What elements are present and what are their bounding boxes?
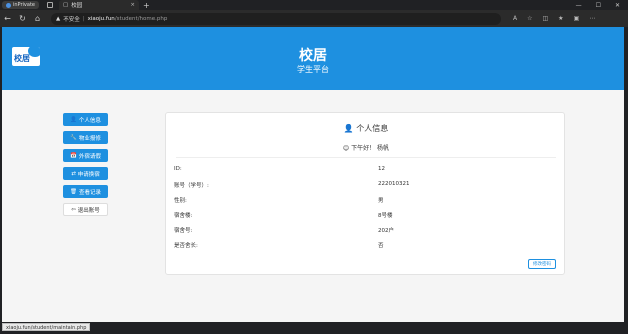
- info-key: 是否舍长:: [174, 243, 198, 249]
- menu-button-4[interactable]: 🗑 查看记录: [63, 185, 108, 198]
- profile-title-text: 个人信息: [356, 124, 389, 133]
- status-bar: xiaoju.fun/student/maintain.php: [0, 322, 628, 334]
- info-row: ID: 12: [174, 166, 554, 176]
- profile-icon: [6, 2, 11, 8]
- read-aloud-icon[interactable]: A: [513, 15, 517, 22]
- minimize-button[interactable]: —: [576, 2, 582, 9]
- greeting-text: 下午好！: [351, 145, 376, 152]
- menu-button-label: 外宿请假: [78, 153, 101, 160]
- refresh-icon[interactable]: ↻: [15, 14, 30, 23]
- info-value: 222010321: [378, 181, 410, 187]
- menu-button-label: 查看记录: [78, 189, 101, 196]
- change-password-button[interactable]: 修改密码: [528, 259, 556, 269]
- collections-icon[interactable]: ▣: [574, 15, 580, 22]
- menu-button-label: 退出账号: [77, 207, 100, 214]
- info-row: 是否舍长: 否: [174, 241, 554, 251]
- warning-icon: ▲: [56, 15, 61, 22]
- maximize-button[interactable]: ☐: [596, 2, 601, 9]
- back-icon[interactable]: ←: [0, 14, 15, 23]
- close-window-button[interactable]: ✕: [615, 2, 620, 9]
- url-host: xiaoju.fun: [87, 15, 115, 22]
- info-value: 否: [378, 243, 384, 249]
- smile-icon: 😊: [342, 145, 350, 152]
- logout-icon: ⇦: [71, 206, 76, 213]
- side-menu: 👤 个人信息 🔧 物业报修 📅 外宿请假 ⇄ 申请换宿 🗑 查看记录 ⇦ 退出账号: [63, 113, 108, 221]
- info-key: 宿舍楼:: [174, 213, 193, 219]
- favorites-list-icon[interactable]: ★: [558, 15, 563, 22]
- menu-button-1[interactable]: 🔧 物业报修: [63, 131, 108, 144]
- info-key: 账号（学号）:: [174, 183, 209, 189]
- person-icon: 👤: [343, 124, 354, 133]
- info-row: 性别: 男: [174, 196, 554, 206]
- url-path: /student/home.php: [114, 15, 168, 22]
- toolbar-icons: A ☆ ◫ ★ ▣ ⋯: [513, 15, 595, 22]
- info-row: 宿舍楼: 8号楼: [174, 211, 554, 221]
- workspace-label: inPrivate: [13, 2, 35, 8]
- browser-nav-bar: ← ↻ ⌂ ▲ 不安全 | xiaoju.fun/student/home.ph…: [0, 10, 628, 27]
- info-key: 性别:: [174, 198, 187, 204]
- workspace-badge[interactable]: inPrivate: [2, 1, 39, 9]
- info-value: 202户: [378, 228, 394, 234]
- menu-button-2[interactable]: 📅 外宿请假: [63, 149, 108, 162]
- menu-button-3[interactable]: ⇄ 申请换宿: [63, 167, 108, 180]
- trash-icon: 🗑: [70, 188, 77, 195]
- menu-button-0[interactable]: 👤 个人信息: [63, 113, 108, 126]
- menu-button-label: 个人信息: [78, 117, 101, 124]
- favorite-icon[interactable]: ☆: [527, 15, 532, 22]
- site-subtitle: 学生平台: [297, 65, 329, 74]
- status-url: xiaoju.fun/student/maintain.php: [2, 323, 91, 331]
- split-screen-icon[interactable]: ◫: [543, 15, 549, 22]
- info-key: ID:: [174, 166, 182, 172]
- divider: |: [82, 15, 85, 22]
- site-title: 校居: [299, 48, 327, 64]
- profile-card-title: 👤 个人信息: [166, 123, 566, 134]
- more-icon[interactable]: ⋯: [589, 15, 595, 22]
- menu-button-label: 物业报修: [78, 135, 101, 142]
- info-value: 8号楼: [378, 213, 393, 219]
- greeting: 😊 下午好！ 杨帆: [166, 143, 566, 152]
- wrench-icon: 🔧: [70, 134, 77, 141]
- swap-icon: ⇄: [71, 170, 76, 177]
- home-icon[interactable]: ⌂: [30, 14, 45, 23]
- calendar-icon: 📅: [70, 152, 77, 159]
- site-header: 校居 校居 学生平台: [2, 27, 624, 90]
- info-row: 账号（学号）: 222010321: [174, 181, 554, 191]
- profile-card: 👤 个人信息 😊 下午好！ 杨帆 ID: 12 账号（学号）: 222010321 性别…: [165, 112, 565, 275]
- person-icon: 👤: [70, 116, 77, 123]
- info-value: 12: [378, 166, 385, 172]
- menu-button-5[interactable]: ⇦ 退出账号: [63, 203, 108, 216]
- user-name: 杨帆: [377, 145, 390, 152]
- security-label: 不安全: [63, 16, 80, 23]
- new-tab-button[interactable]: +: [143, 1, 150, 10]
- web-page: 校居 校居 学生平台 👤 个人信息 🔧 物业报修 📅 外宿请假 ⇄ 申请换宿 🗑 查看记录 ⇦ 退出账…: [2, 27, 624, 322]
- info-key: 宿舍号:: [174, 228, 193, 234]
- info-value: 男: [378, 198, 384, 204]
- info-row: 宿舍号: 202户: [174, 226, 554, 236]
- browser-tab-bar: inPrivate ▢ 校园 × + — ☐ ✕: [0, 0, 628, 10]
- menu-button-label: 申请换宿: [77, 171, 100, 178]
- tab-title: 校园: [71, 3, 83, 9]
- browser-tab[interactable]: ▢ 校园 ×: [59, 0, 139, 10]
- tab-actions-icon[interactable]: [47, 2, 53, 8]
- tab-close-icon[interactable]: ×: [130, 2, 135, 8]
- address-bar[interactable]: ▲ 不安全 | xiaoju.fun/student/home.php: [51, 12, 501, 25]
- page-favicon-icon: ▢: [63, 2, 69, 8]
- divider: [176, 157, 556, 158]
- window-controls: — ☐ ✕: [576, 0, 628, 10]
